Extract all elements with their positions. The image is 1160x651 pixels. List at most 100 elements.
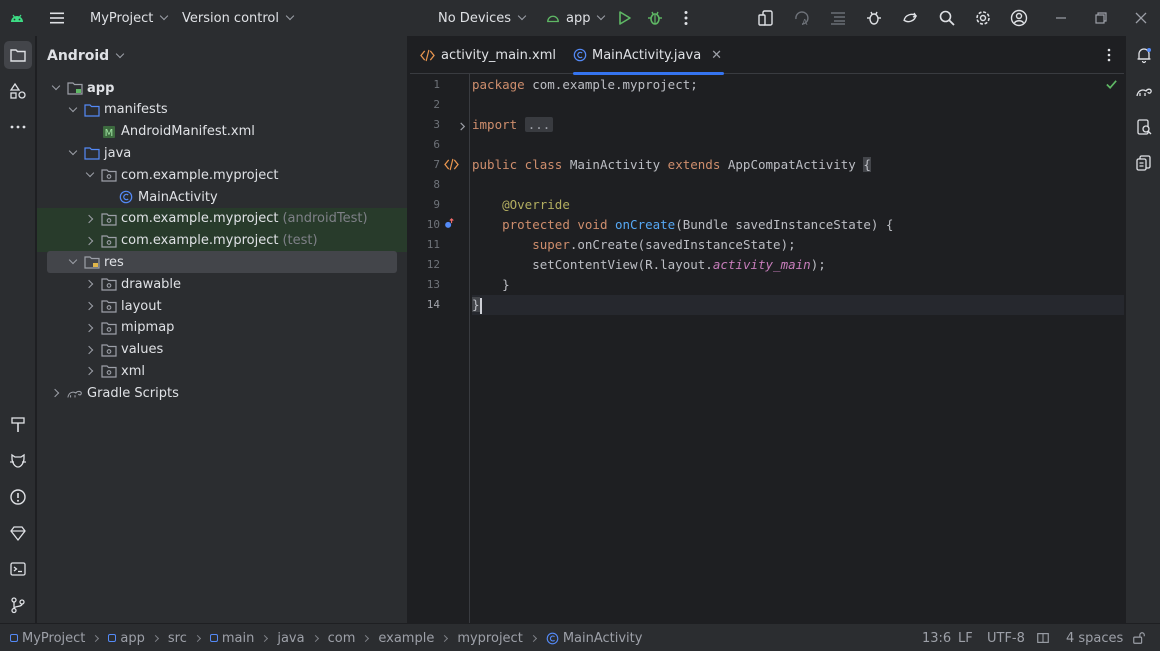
breadcrumb: MyProject app src main java com example myproje… <box>10 624 642 651</box>
line-number: 12 <box>426 258 440 271</box>
tree-item[interactable]: Gradle Scripts <box>37 382 407 404</box>
tree-item-label: com.example.myproject <box>121 233 279 249</box>
minimize-icon[interactable] <box>1048 5 1074 31</box>
apply-code-changes-icon[interactable] <box>825 5 851 31</box>
related-layout-icon[interactable] <box>444 158 459 175</box>
sync-gradle-icon[interactable] <box>897 5 923 31</box>
terminal-tool-button[interactable] <box>4 555 32 583</box>
folder-icon <box>10 49 26 62</box>
tree-item[interactable]: layout <box>37 295 407 317</box>
main-menu-icon[interactable] <box>44 5 70 31</box>
run-configuration-selector[interactable]: app <box>540 4 610 32</box>
chevron-down-icon[interactable] <box>66 146 80 160</box>
breadcrumb-item[interactable]: com <box>328 631 356 646</box>
more-tools-button[interactable] <box>4 113 32 141</box>
right-tool-strip <box>1125 36 1160 623</box>
tree-item[interactable]: com.example.myproject (androidTest) <box>37 207 407 230</box>
breadcrumb-item[interactable]: myproject <box>457 631 522 646</box>
restore-icon[interactable] <box>1088 5 1114 31</box>
version-control-tool-button[interactable] <box>4 591 32 619</box>
unlock-icon[interactable] <box>1132 624 1146 651</box>
breadcrumb-item[interactable]: MainActivity <box>546 631 642 646</box>
project-selector[interactable]: MyProject <box>84 4 173 32</box>
chevron-down-icon[interactable] <box>49 81 63 95</box>
gradle-tool-button[interactable] <box>1130 77 1158 105</box>
close-tab-icon[interactable]: ✕ <box>711 48 722 63</box>
tree-item[interactable]: app <box>37 77 407 99</box>
tree-item[interactable]: values <box>37 339 407 361</box>
chevron-right-icon[interactable] <box>83 277 97 291</box>
tree-item[interactable]: drawable <box>37 273 407 295</box>
chevron-right-icon[interactable] <box>83 212 97 226</box>
chevron-right-icon[interactable] <box>83 234 97 248</box>
tree-item[interactable]: java <box>37 142 407 164</box>
tree-item-label: com.example.myproject <box>121 167 279 183</box>
override-method-icon[interactable] <box>443 218 455 234</box>
chevron-right-icon[interactable] <box>83 343 97 357</box>
logcat-tool-button[interactable] <box>4 447 32 475</box>
line-ending-selector[interactable]: LF <box>958 624 973 651</box>
device-selector[interactable]: No Devices <box>432 4 531 32</box>
caret-position[interactable]: 13:6 <box>922 624 951 651</box>
chevron-down-icon[interactable] <box>66 103 80 117</box>
tree-item[interactable]: mipmap <box>37 317 407 339</box>
tab-activity-main-xml[interactable]: activity_main.xml <box>420 36 556 74</box>
breadcrumb-item[interactable]: example <box>378 631 434 646</box>
more-actions-icon[interactable] <box>673 5 699 31</box>
problems-tool-button[interactable] <box>4 483 32 511</box>
chevron-down-icon[interactable] <box>83 168 97 182</box>
apply-changes-icon[interactable]: A <box>789 5 815 31</box>
class-name: MainActivity <box>562 157 668 172</box>
running-devices-button[interactable] <box>1130 149 1158 177</box>
reader-mode-icon[interactable] <box>1036 624 1050 651</box>
device-manager-icon[interactable] <box>753 5 779 31</box>
folded-imports[interactable]: ... <box>524 117 554 132</box>
project-view-selector[interactable]: Android <box>47 46 125 66</box>
tree-item[interactable]: res <box>47 251 397 274</box>
breadcrumb-item[interactable]: app <box>108 631 145 646</box>
settings-gear-icon[interactable] <box>970 5 996 31</box>
chevron-right-icon[interactable] <box>49 386 63 400</box>
run-config-label: app <box>566 10 591 26</box>
tree-item[interactable]: manifests <box>37 99 407 121</box>
chevron-right-icon[interactable] <box>83 321 97 335</box>
encoding-label: UTF-8 <box>987 630 1025 646</box>
fold-expand-icon[interactable] <box>458 120 467 135</box>
app-quality-button[interactable] <box>4 519 32 547</box>
debug-icon[interactable] <box>642 5 668 31</box>
chevron-right-icon[interactable] <box>83 299 97 313</box>
code-line: protected void onCreate(Bundle savedInst… <box>472 215 1124 235</box>
search-icon[interactable] <box>934 5 960 31</box>
breadcrumb-item[interactable]: java <box>277 631 304 646</box>
attach-debugger-icon[interactable] <box>861 5 887 31</box>
notifications-button[interactable] <box>1130 41 1158 69</box>
project-panel: Android app manifests M AndroidManifest.xml… <box>37 36 407 623</box>
close-window-icon[interactable] <box>1128 5 1154 31</box>
tree-item[interactable]: M AndroidManifest.xml <box>37 121 407 143</box>
build-tool-button[interactable] <box>4 411 32 439</box>
run-icon[interactable] <box>611 5 637 31</box>
tree-item[interactable]: MainActivity <box>37 186 407 208</box>
encoding-selector[interactable]: UTF-8 <box>987 624 1025 651</box>
keyword: package <box>472 77 525 92</box>
breadcrumb-item[interactable]: MyProject <box>10 631 85 646</box>
chevron-down-icon[interactable] <box>66 255 80 269</box>
tree-item[interactable]: com.example.myproject (test) <box>37 229 407 252</box>
account-icon[interactable] <box>1006 5 1032 31</box>
indent-selector[interactable]: 4 spaces <box>1066 624 1123 651</box>
device-explorer-button[interactable] <box>1130 113 1158 141</box>
breadcrumb-label: com <box>327 630 356 646</box>
version-control-menu[interactable]: Version control <box>176 4 299 32</box>
chevron-right-icon[interactable] <box>83 364 97 378</box>
resource-manager-button[interactable] <box>4 77 32 105</box>
breadcrumb-item[interactable]: src <box>168 631 187 646</box>
tree-item[interactable]: xml <box>37 360 407 382</box>
tab-mainactivity-java[interactable]: MainActivity.java ✕ <box>573 36 725 75</box>
tab-options-icon[interactable] <box>1100 46 1118 68</box>
tree-item[interactable]: com.example.myproject <box>37 164 407 186</box>
code-line: @Override <box>472 195 1124 215</box>
project-tool-button[interactable] <box>4 41 32 69</box>
breadcrumb-item[interactable]: main <box>209 631 254 646</box>
bell-icon <box>1137 48 1151 64</box>
